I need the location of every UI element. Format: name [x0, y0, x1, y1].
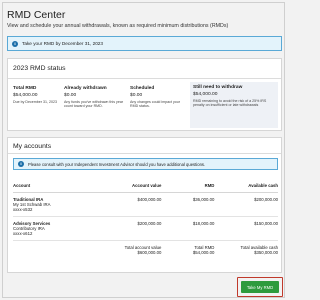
rmd-status-card: 2023 RMD status Total RMD $54,000.00 Due…	[7, 58, 282, 131]
account-number: xxxx-x532	[13, 207, 33, 212]
total-available-cash-cell: Total available cash $350,000.00	[214, 241, 278, 255]
totals-spacer	[13, 241, 98, 256]
table-header-row: Account Account value RMD Available cash	[13, 183, 278, 193]
my-accounts-heading: My accounts	[13, 143, 52, 150]
info-icon: i	[18, 161, 24, 167]
advisor-notice-banner: i Please consult with your Independent I…	[13, 158, 278, 170]
col-header-rmd: RMD	[161, 183, 215, 193]
account-available-cash: $200,000.00	[214, 192, 278, 217]
already-withdrawn-column: Already withdrawn $0.00 Any funds you've…	[64, 86, 126, 128]
rmd-center-page: RMD Center View and schedule your annual…	[2, 2, 285, 298]
totals-row: Total account value $600,000.00 Total RM…	[13, 241, 278, 256]
already-withdrawn-label: Already withdrawn	[64, 86, 107, 91]
account-value: $200,000.00	[97, 216, 162, 241]
still-need-desc: RMD remaining to avoid the risk of a 25%…	[193, 98, 267, 108]
col-header-available-cash: Available cash	[214, 183, 278, 193]
scheduled-column: Scheduled $0.00 Any changes could impact…	[130, 86, 188, 128]
rmd-status-heading: 2023 RMD status	[13, 65, 66, 72]
deadline-banner-text: Take your RMD by December 31, 2023	[22, 41, 104, 46]
account-rmd: $18,000.00	[161, 216, 215, 241]
already-withdrawn-value: $0.00	[64, 92, 77, 98]
scheduled-value: $0.00	[130, 92, 143, 98]
total-rmd-cell: Total RMD $54,000.00	[161, 241, 215, 255]
table-row: Advisory Services Contributory IRA xxxx-…	[13, 216, 278, 241]
total-account-value: $600,000.00	[137, 250, 162, 255]
account-cell: Traditional IRA My 1st Schwab IRA xxxx-x…	[13, 192, 98, 217]
total-rmd-value: $54,000.00	[13, 92, 38, 98]
still-need-label: Still need to withdraw	[193, 85, 243, 90]
take-my-rmd-button[interactable]: Take My RMD	[241, 281, 279, 293]
status-divider	[8, 78, 281, 79]
scheduled-label: Scheduled	[130, 86, 155, 91]
account-value: $400,000.00	[97, 192, 162, 217]
total-rmd-label: Total RMD	[13, 86, 37, 91]
scheduled-desc: Any changes could impact your RMD status…	[130, 99, 180, 109]
account-available-cash: $150,000.00	[214, 216, 278, 241]
account-rmd: $36,000.00	[161, 192, 215, 217]
col-header-account-value: Account value	[97, 183, 162, 193]
advisor-notice-text: Please consult with your Independent Inv…	[28, 161, 206, 167]
account-number: xxxx-x612	[13, 231, 33, 236]
total-rmd-table-value: $54,000.00	[192, 250, 215, 255]
total-available-cash: $350,000.00	[254, 250, 278, 255]
table-row: Traditional IRA My 1st Schwab IRA xxxx-x…	[13, 192, 278, 217]
accounts-table: Account Account value RMD Available cash…	[13, 183, 278, 255]
accounts-divider	[8, 153, 281, 154]
page-subtitle: View and schedule your annual withdrawal…	[7, 23, 229, 29]
my-accounts-card: My accounts i Please consult with your I…	[7, 137, 282, 273]
page-title: RMD Center	[7, 9, 66, 21]
col-header-account: Account	[13, 183, 98, 193]
total-rmd-column: Total RMD $54,000.00 Due by December 31,…	[13, 86, 61, 128]
take-rmd-highlight: Take My RMD	[237, 277, 283, 297]
deadline-info-banner: i Take your RMD by December 31, 2023	[7, 36, 282, 51]
already-withdrawn-desc: Any funds you've withdrawn this year cou…	[64, 99, 124, 109]
still-need-value: $54,000.00	[193, 91, 218, 97]
total-rmd-desc: Due by December 31, 2023	[13, 99, 57, 104]
info-icon: i	[12, 40, 18, 47]
account-cell: Advisory Services Contributory IRA xxxx-…	[13, 216, 98, 241]
total-account-value-cell: Total account value $600,000.00	[98, 241, 162, 255]
still-need-column: Still need to withdraw $54,000.00 RMD re…	[190, 82, 278, 128]
